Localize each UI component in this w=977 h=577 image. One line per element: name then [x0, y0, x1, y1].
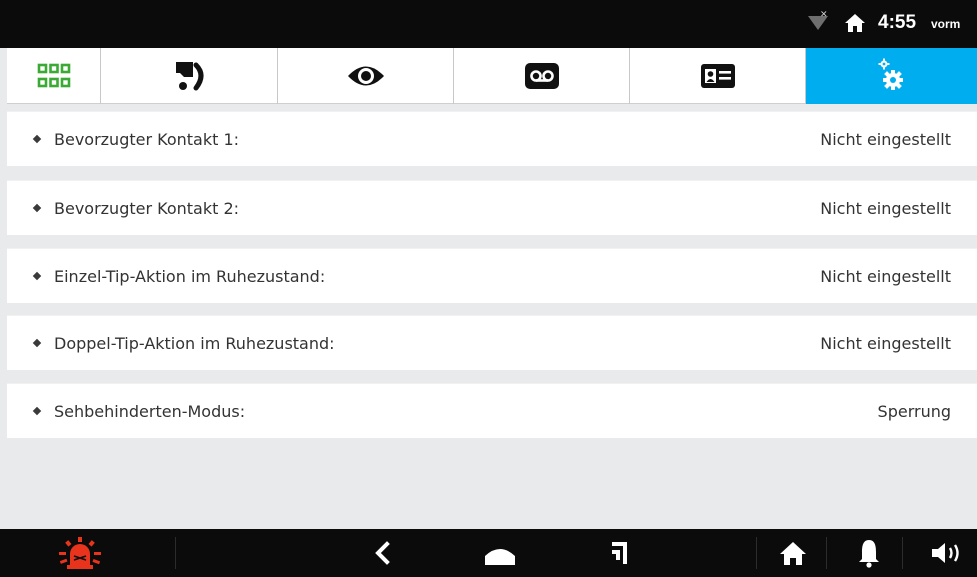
- setting-label: Einzel-Tip-Aktion im Ruhezustand:: [54, 266, 326, 286]
- setting-row-favorite-contact-1[interactable]: Bevorzugter Kontakt 1: Nicht eingestellt: [7, 111, 977, 166]
- bullet-icon: [32, 338, 42, 348]
- bullet-icon: [32, 203, 42, 213]
- volume-icon: [932, 543, 959, 563]
- nav-divider: [756, 537, 757, 569]
- alarm-button[interactable]: [40, 529, 120, 577]
- clock-ampm: vorm: [931, 17, 961, 31]
- tab-bar: [7, 48, 977, 104]
- back-button[interactable]: [358, 529, 408, 577]
- settings-list: Bevorzugter Kontakt 1: Nicht eingestellt…: [7, 105, 977, 529]
- setting-label: Sehbehinderten-Modus:: [54, 401, 246, 421]
- tab-settings[interactable]: [806, 48, 977, 104]
- alarm-icon: [59, 537, 101, 569]
- tab-intercom[interactable]: [101, 48, 278, 104]
- settings-gears-icon: [878, 58, 903, 90]
- wifi-x-mark: ✕: [820, 10, 828, 20]
- bullet-icon: [32, 271, 42, 281]
- intercom-call-icon: [176, 62, 204, 91]
- home-dome-icon: [485, 549, 515, 565]
- house-icon: [780, 542, 806, 565]
- bell-button[interactable]: [846, 529, 892, 577]
- setting-value: Nicht eingestellt: [820, 266, 951, 286]
- recents-button[interactable]: [595, 529, 645, 577]
- setting-value: Nicht eingestellt: [820, 198, 951, 218]
- house-button[interactable]: [770, 529, 816, 577]
- nav-divider: [826, 537, 827, 569]
- voicemail-icon: [524, 63, 559, 89]
- setting-value: Sperrung: [877, 401, 951, 421]
- setting-label: Bevorzugter Kontakt 1:: [54, 129, 240, 149]
- recents-icon: [612, 542, 627, 564]
- setting-row-favorite-contact-2[interactable]: Bevorzugter Kontakt 2: Nicht eingestellt: [7, 180, 977, 235]
- setting-row-single-tap-action[interactable]: Einzel-Tip-Aktion im Ruhezustand: Nicht …: [7, 248, 977, 303]
- setting-label: Bevorzugter Kontakt 2:: [54, 198, 240, 218]
- bullet-icon: [32, 134, 42, 144]
- setting-row-visually-impaired-mode[interactable]: Sehbehinderten-Modus: Sperrung: [7, 383, 977, 438]
- clock-time: 4:55: [878, 12, 917, 33]
- tab-voicemail[interactable]: [454, 48, 630, 104]
- contact-card-icon: [700, 64, 735, 88]
- volume-button[interactable]: [924, 529, 970, 577]
- nav-divider: [175, 537, 176, 569]
- back-icon: [375, 541, 390, 565]
- setting-row-double-tap-action[interactable]: Doppel-Tip-Aktion im Ruhezustand: Nicht …: [7, 315, 977, 370]
- apps-grid-icon: [37, 63, 70, 88]
- navigation-bar: [0, 529, 977, 577]
- bell-icon: [859, 540, 879, 568]
- home-status-icon: [845, 14, 865, 32]
- setting-value: Nicht eingestellt: [820, 333, 951, 353]
- status-bar: ✕ 4:55 vorm: [0, 0, 977, 48]
- tab-watch[interactable]: [278, 48, 454, 104]
- nav-divider: [902, 537, 903, 569]
- setting-value: Nicht eingestellt: [820, 129, 951, 149]
- setting-label: Doppel-Tip-Aktion im Ruhezustand:: [54, 333, 335, 353]
- tab-contacts[interactable]: [630, 48, 806, 104]
- tab-apps[interactable]: [7, 48, 101, 104]
- bullet-icon: [32, 406, 42, 416]
- eye-icon: [347, 66, 384, 86]
- home-nav-button[interactable]: [470, 529, 530, 577]
